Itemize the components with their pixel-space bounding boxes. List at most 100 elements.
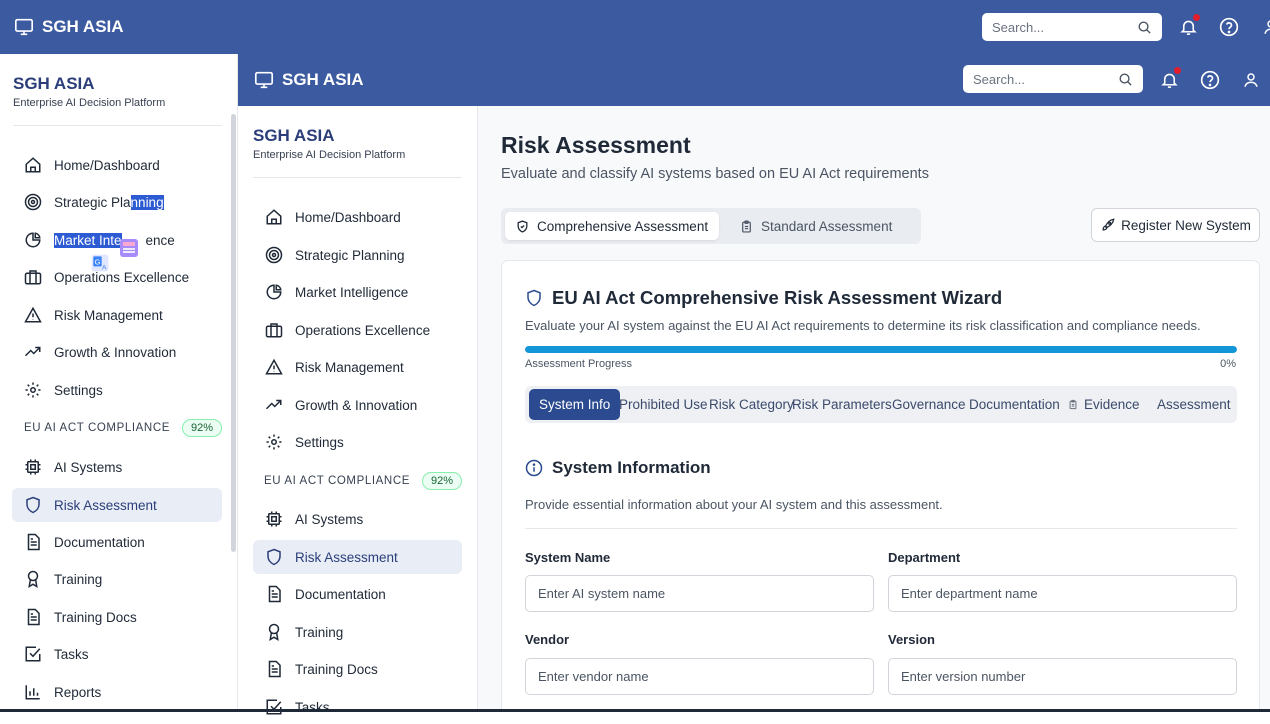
- document-icon: [265, 585, 283, 603]
- sidebar-item-documentation[interactable]: Documentation: [12, 525, 222, 559]
- document-icon: [24, 533, 42, 551]
- department-field[interactable]: [888, 575, 1237, 612]
- sidebar-item-home[interactable]: Home/Dashboard: [253, 200, 462, 234]
- tab-comprehensive-assessment[interactable]: Comprehensive Assessment: [505, 212, 720, 240]
- sidebar-item-market-intelligence[interactable]: Market Intelligence: [253, 275, 462, 309]
- sidebar-item-ai-systems[interactable]: AI Systems: [12, 450, 222, 484]
- step-assessment[interactable]: Assessment: [1157, 389, 1231, 420]
- assessment-progress-bar: [525, 346, 1237, 353]
- sidebar-item-label: Risk Assessment: [54, 497, 157, 513]
- section-label: EU AI ACT COMPLIANCE: [24, 422, 170, 434]
- sidebar-item-home[interactable]: Home/Dashboard: [12, 148, 222, 182]
- progress-label: Assessment Progress: [525, 358, 632, 370]
- bell-icon[interactable]: [1160, 67, 1181, 90]
- step-label: Risk Category: [709, 397, 794, 412]
- sidebar-item-training-docs[interactable]: Training Docs: [253, 652, 462, 686]
- sidebar-item-strategic-planning[interactable]: Strategic Planning: [253, 238, 462, 272]
- search-box[interactable]: [963, 65, 1143, 93]
- bell-icon[interactable]: [1179, 14, 1200, 37]
- step-label: Governance: [892, 397, 966, 412]
- tab-standard-assessment[interactable]: Standard Assessment: [729, 212, 903, 240]
- section-description: Provide essential information about your…: [525, 497, 943, 512]
- sidebar-title: SGH ASIA: [13, 74, 95, 93]
- step-prohibited-use[interactable]: Prohibited Use: [619, 389, 708, 420]
- svg-text:G: G: [95, 257, 101, 266]
- checkbox-icon: [265, 698, 283, 716]
- search-icon[interactable]: [1137, 20, 1152, 35]
- rocket-icon: [1100, 217, 1115, 233]
- sidebar-item-risk-management[interactable]: Risk Management: [12, 298, 222, 332]
- wizard-card: EU AI Act Comprehensive Risk Assessment …: [501, 260, 1260, 712]
- pie-chart-icon: [24, 231, 42, 249]
- sidebar-item-growth-innovation[interactable]: Growth & Innovation: [253, 388, 462, 422]
- dictionary-extension-icon[interactable]: [117, 236, 141, 260]
- clipboard-icon: [740, 219, 753, 233]
- step-risk-parameters[interactable]: Risk Parameters: [792, 389, 892, 420]
- sidebar-item-reports[interactable]: Reports: [12, 675, 222, 709]
- monitor-icon: [14, 18, 34, 36]
- app-header: SGH ASIA: [238, 54, 1270, 106]
- brand-logo[interactable]: SGH ASIA: [254, 70, 364, 90]
- monitor-icon: [254, 71, 274, 89]
- sidebar-item-training-docs[interactable]: Training Docs: [12, 600, 222, 634]
- register-new-system-button[interactable]: Register New System: [1091, 208, 1260, 242]
- warning-icon: [265, 358, 283, 376]
- user-icon[interactable]: [1262, 17, 1270, 37]
- step-risk-category[interactable]: Risk Category: [709, 389, 794, 420]
- trending-up-icon: [265, 396, 283, 414]
- sidebar-item-ai-systems[interactable]: AI Systems: [253, 502, 462, 536]
- wizard-title-text: EU AI Act Comprehensive Risk Assessment …: [552, 287, 1003, 308]
- document-icon: [265, 660, 283, 678]
- sidebar-subtitle: Enterprise AI Decision Platform: [13, 97, 166, 109]
- sidebar-item-growth-innovation[interactable]: Growth & Innovation: [12, 335, 222, 369]
- sidebar-item-strategic-planning[interactable]: Strategic Planning: [12, 185, 222, 219]
- cpu-icon: [265, 510, 283, 528]
- briefcase-icon: [265, 321, 283, 339]
- sidebar-item-training[interactable]: Training: [253, 615, 462, 649]
- sidebar-item-label: Settings: [295, 434, 344, 450]
- version-field[interactable]: [888, 658, 1237, 695]
- sidebar-item-label: Training Docs: [295, 661, 378, 677]
- sidebar-item-training[interactable]: Training: [12, 562, 222, 596]
- sidebar-item-tasks[interactable]: Tasks: [253, 690, 462, 724]
- search-input[interactable]: [992, 19, 1122, 35]
- sidebar-item-documentation[interactable]: Documentation: [253, 577, 462, 611]
- sidebar-item-label: Home/Dashboard: [54, 157, 160, 173]
- help-icon[interactable]: [1219, 17, 1239, 37]
- sidebar-item-label: Risk Management: [54, 307, 163, 323]
- step-documentation[interactable]: Documentation: [969, 389, 1060, 420]
- step-label: Risk Parameters: [792, 397, 892, 412]
- notification-dot: [1174, 67, 1181, 74]
- translate-extension-icon[interactable]: GA: [90, 253, 110, 273]
- step-label: Evidence: [1084, 397, 1140, 412]
- version-label: Version: [888, 632, 935, 647]
- document-icon: [24, 608, 42, 626]
- sidebar-item-risk-management[interactable]: Risk Management: [253, 350, 462, 384]
- search-icon[interactable]: [1118, 72, 1133, 87]
- sidebar-item-risk-assessment[interactable]: Risk Assessment: [12, 488, 222, 522]
- sidebar-item-label: Tasks: [54, 646, 89, 662]
- tab-label: Comprehensive Assessment: [537, 218, 709, 234]
- help-icon[interactable]: [1200, 70, 1220, 90]
- system-name-field[interactable]: [525, 575, 874, 612]
- search-input[interactable]: [973, 71, 1103, 87]
- sidebar: SGH ASIA Enterprise AI Decision Platform…: [0, 54, 238, 712]
- step-system-info[interactable]: System Info: [529, 389, 621, 420]
- user-icon[interactable]: [1242, 70, 1262, 90]
- gear-icon: [265, 433, 283, 451]
- brand-logo[interactable]: SGH ASIA: [14, 17, 124, 37]
- search-box[interactable]: [982, 13, 1162, 41]
- sidebar-item-risk-assessment[interactable]: Risk Assessment: [253, 540, 462, 574]
- sidebar-item-label: Training: [54, 571, 103, 587]
- sidebar-item-operations-excellence[interactable]: Operations Excellence: [253, 313, 462, 347]
- sidebar-scrollbar[interactable]: [231, 114, 236, 552]
- sidebar-item-label: Training: [295, 624, 344, 640]
- step-label: System Info: [539, 397, 611, 412]
- sidebar-item-tasks[interactable]: Tasks: [12, 637, 222, 671]
- sidebar-item-settings[interactable]: Settings: [12, 373, 222, 407]
- vendor-field[interactable]: [525, 658, 874, 695]
- sidebar-item-operations-excellence[interactable]: Operations Excellence: [12, 260, 222, 294]
- step-evidence[interactable]: Evidence: [1068, 389, 1140, 420]
- sidebar-item-settings[interactable]: Settings: [253, 425, 462, 459]
- step-governance[interactable]: Governance: [892, 389, 966, 420]
